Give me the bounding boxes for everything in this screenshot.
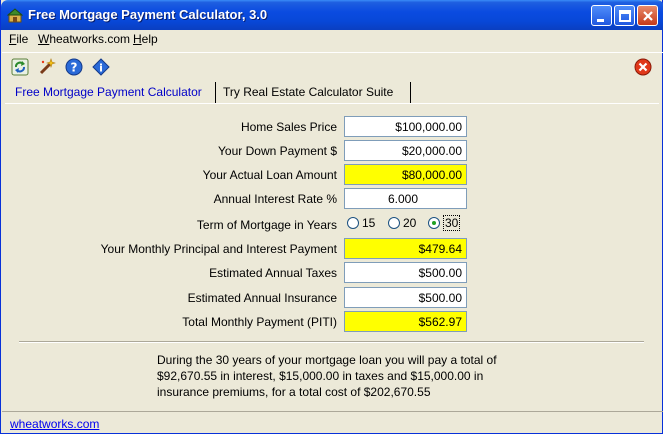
home-sales-price-label: Home Sales Price [240,120,337,134]
home-sales-price-input[interactable]: $100,000.00 [344,116,467,137]
annual-insurance-input[interactable]: $500.00 [344,287,467,308]
term-label: Term of Mortgage in Years [196,218,337,232]
term-radio-20[interactable]: 20 [388,216,416,230]
radio-15-label: 15 [362,216,376,230]
menu-help-mnemonic: H [133,32,142,46]
total-monthly-label: Total Monthly Payment (PITI) [182,315,337,329]
close-x-icon [643,11,653,21]
magic-wand-icon[interactable] [38,58,56,76]
svg-text:?: ? [71,61,78,75]
summary-line-2: $92,670.55 in interest, $15,000.00 in ta… [157,369,484,383]
menu-bar: File Wheatworks.com Help [2,30,663,48]
close-icon[interactable] [634,58,652,76]
divider [19,341,644,343]
summary-line-3: insurance premiums, for a total cost of … [157,385,431,399]
term-radio-30[interactable]: 30 [428,215,461,231]
menu-wheatworks[interactable]: Wheatworks.com [38,32,130,46]
toolbar: ? i [2,52,663,80]
menu-file-rest: ile [16,32,29,46]
tab-mortgage-calculator[interactable]: Free Mortgage Payment Calculator [9,82,216,103]
term-radio-15[interactable]: 15 [347,216,375,230]
term-radio-group: 15 20 30 [344,212,467,236]
status-bar: wheatworks.com [2,411,663,433]
menu-wheatworks-mnemonic: W [38,32,50,46]
interest-rate-input[interactable]: 6.000 [344,188,467,209]
radio-20-indicator [388,217,400,229]
info-icon[interactable]: i [92,58,110,76]
down-payment-input[interactable]: $20,000.00 [344,140,467,161]
help-icon[interactable]: ? [65,58,83,76]
refresh-icon[interactable] [11,58,29,76]
menu-help[interactable]: Help [133,32,158,46]
radio-30-indicator [428,217,440,229]
interest-rate-label: Annual Interest Rate % [213,192,337,206]
svg-text:i: i [99,62,103,75]
down-payment-label: Your Down Payment $ [218,144,337,158]
tab-real-estate-suite[interactable]: Try Real Estate Calculator Suite [217,82,411,103]
annual-taxes-label: Estimated Annual Taxes [209,266,337,280]
minimize-button[interactable] [591,5,612,26]
loan-amount-field: $80,000.00 [344,164,467,185]
monthly-pi-label: Your Monthly Principal and Interest Paym… [100,242,337,256]
title-bar[interactable]: Free Mortgage Payment Calculator, 3.0 [1,0,663,30]
radio-15-indicator [347,217,359,229]
radio-20-label: 20 [403,216,417,230]
window-title: Free Mortgage Payment Calculator, 3.0 [28,7,268,22]
annual-insurance-label: Estimated Annual Insurance [187,291,337,305]
radio-30-label: 30 [443,215,461,231]
total-monthly-field: $562.97 [344,311,467,332]
annual-taxes-input[interactable]: $500.00 [344,262,467,283]
app-window: Free Mortgage Payment Calculator, 3.0 Fi… [0,0,663,434]
summary-line-1: During the 30 years of your mortgage loa… [157,353,497,367]
wheatworks-link[interactable]: wheatworks.com [10,417,99,431]
menu-help-rest: elp [141,32,158,46]
menu-wheatworks-rest: heatworks.com [49,32,131,46]
house-icon [7,8,23,23]
menu-file[interactable]: File [9,32,28,46]
loan-amount-label: Your Actual Loan Amount [202,168,337,182]
monthly-pi-field: $479.64 [344,238,467,259]
close-window-button[interactable] [637,5,658,26]
minimize-icon [597,19,604,22]
maximize-icon [619,10,631,22]
maximize-button[interactable] [614,5,635,26]
summary-text: During the 30 years of your mortgage loa… [157,352,557,400]
